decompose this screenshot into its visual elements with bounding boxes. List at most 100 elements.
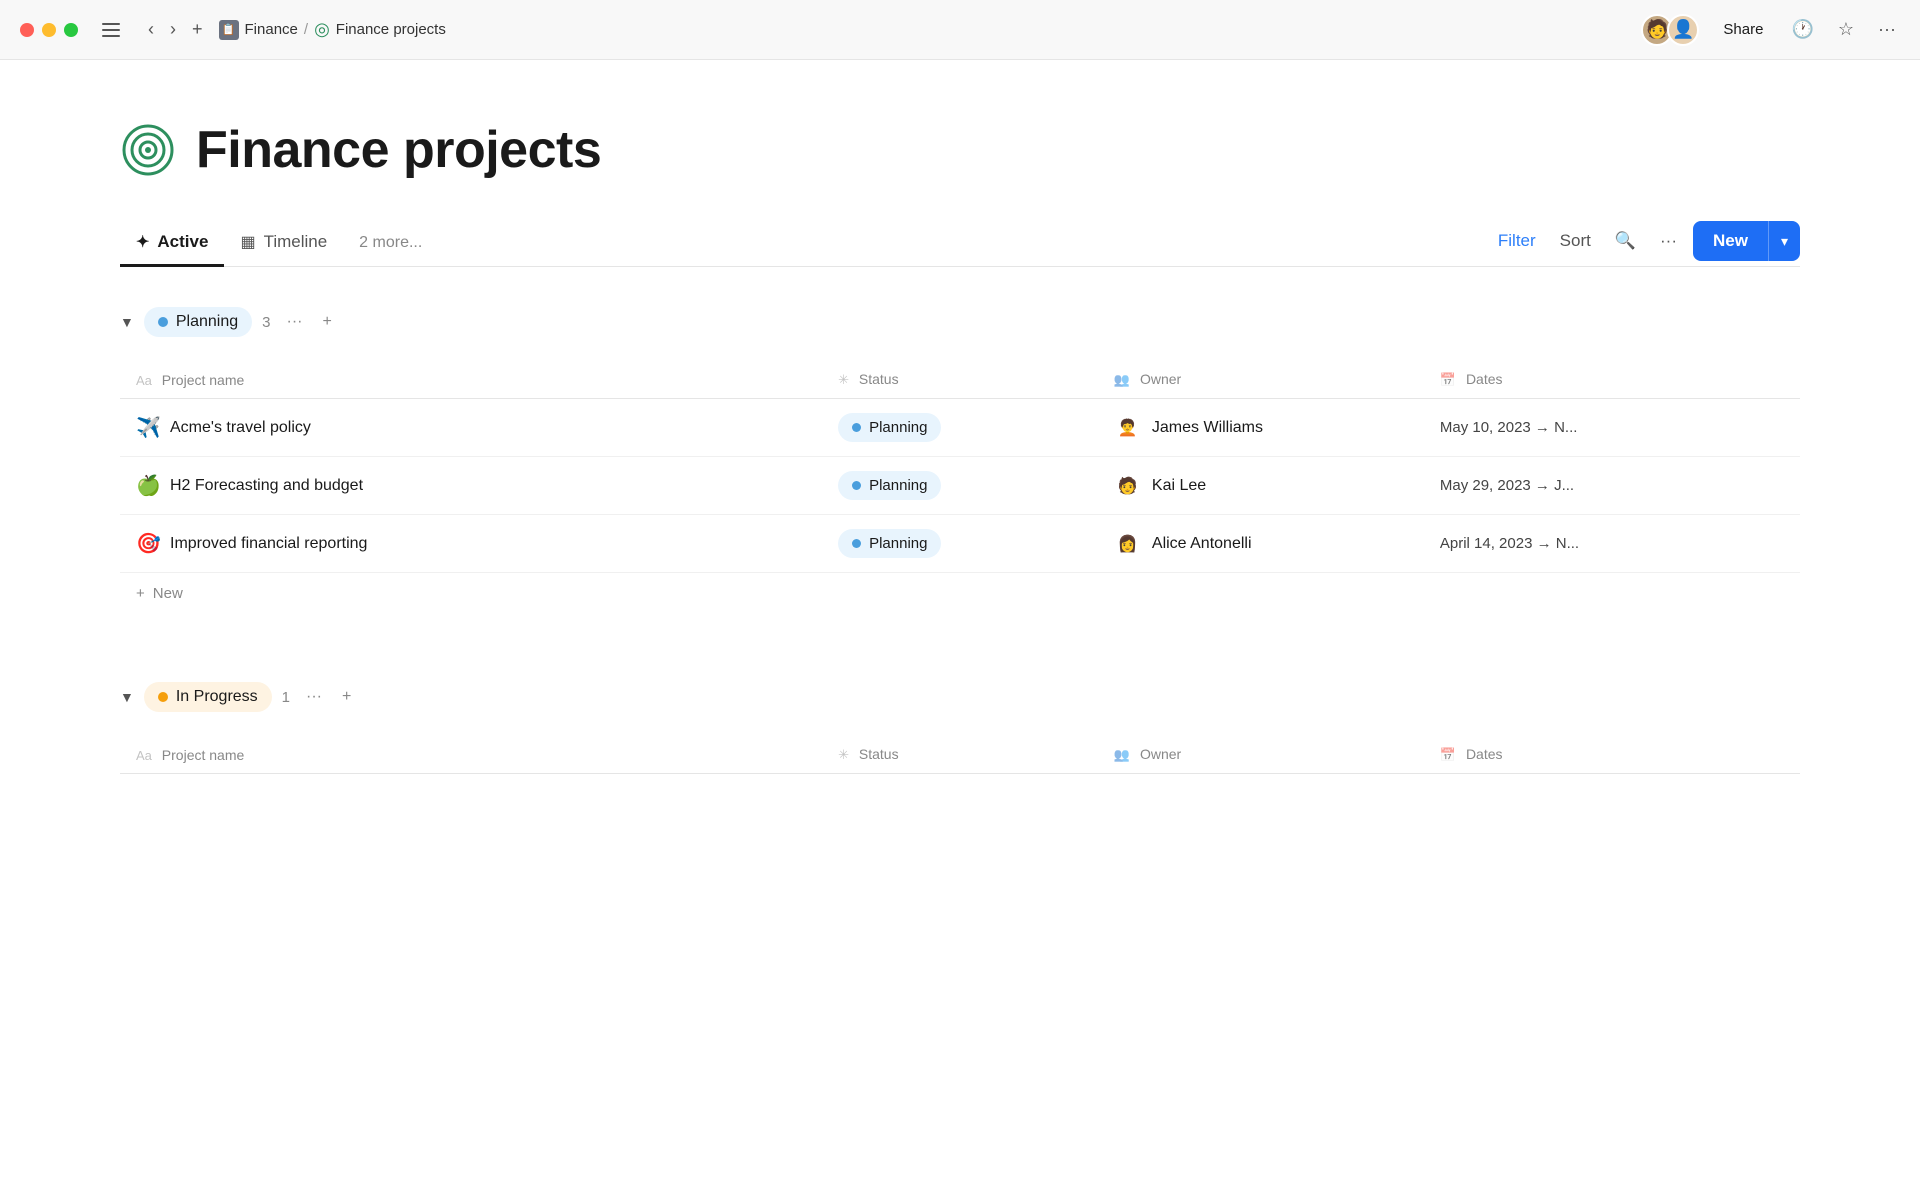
maximize-button[interactable] (64, 23, 78, 37)
breadcrumb-current-label[interactable]: Finance projects (336, 21, 446, 38)
filter-button[interactable]: Filter (1490, 225, 1544, 257)
group-planning-count: 3 (262, 314, 270, 331)
toolbar-more-button[interactable]: ··· (1652, 225, 1685, 257)
status-cell-0: Planning (822, 399, 1098, 457)
page-title: Finance projects (196, 120, 601, 180)
page-icon (120, 122, 176, 178)
planning-add-new[interactable]: + New (120, 573, 1800, 614)
breadcrumb: 📋 Finance / ◎ Finance projects (219, 19, 1630, 40)
avatar-2: 👤 (1667, 14, 1699, 46)
planning-table: Aa Project name ✳ Status 👥 Owner 📅 Dates (120, 361, 1800, 573)
titlebar: ‹ › + 📋 Finance / ◎ Finance projects 🧑 👤… (0, 0, 1920, 60)
search-button[interactable]: 🔍 (1607, 225, 1644, 257)
status-dot-2 (852, 539, 861, 548)
dates-cell-0: May 10, 2023 → N... (1424, 399, 1800, 457)
owner-name-0: James Williams (1152, 419, 1263, 437)
group-planning-add[interactable]: + (316, 309, 337, 335)
planning-row-1[interactable]: 🍏 H2 Forecasting and budget Planning 🧑 K… (120, 457, 1800, 515)
in-progress-table: Aa Project name ✳ Status 👥 Owner 📅 Dates (120, 736, 1800, 774)
status-badge-0: Planning (838, 413, 941, 442)
group-in-progress-header: ▼ In Progress 1 ··· + (120, 674, 1800, 720)
name-cell-0: ✈️ Acme's travel policy (120, 399, 822, 457)
more-options-button[interactable]: ··· (1874, 15, 1900, 44)
owner-avatar-1: 🧑 (1114, 472, 1142, 500)
name-cell-1: 🍏 H2 Forecasting and budget (120, 457, 822, 515)
project-name-2: Improved financial reporting (170, 535, 367, 553)
group-planning-label[interactable]: Planning (144, 307, 252, 337)
group-planning-name: Planning (176, 313, 238, 331)
group-in-progress-more[interactable]: ··· (300, 684, 328, 710)
tab-active[interactable]: ✦ Active (120, 220, 224, 267)
group-planning-actions: ··· + (280, 309, 337, 335)
sort-button[interactable]: Sort (1552, 225, 1599, 257)
col-header-dates: 📅 Dates (1424, 361, 1800, 399)
titlebar-actions: 🧑 👤 Share 🕐 ☆ ··· (1641, 14, 1900, 46)
breadcrumb-separator: / (304, 21, 308, 38)
group-in-progress: ▼ In Progress 1 ··· + Aa Project name (120, 674, 1800, 774)
dates-cell-1: May 29, 2023 → J... (1424, 457, 1800, 515)
planning-row-0[interactable]: ✈️ Acme's travel policy Planning 🧑‍🦱 Jam… (120, 399, 1800, 457)
group-planning-dot (158, 317, 168, 327)
group-in-progress-label[interactable]: In Progress (144, 682, 272, 712)
tab-bar: ✦ Active ▦ Timeline 2 more... Filter Sor… (120, 220, 1800, 267)
back-button[interactable]: ‹ (144, 15, 158, 44)
history-button[interactable]: 🕐 (1787, 15, 1817, 44)
group-planning-chevron[interactable]: ▼ (120, 314, 134, 330)
group-in-progress-chevron[interactable]: ▼ (120, 689, 134, 705)
in-progress-table-header: Aa Project name ✳ Status 👥 Owner 📅 Dates (120, 736, 1800, 774)
owner-avatar-2: 👩 (1114, 530, 1142, 558)
dates-cell-2: April 14, 2023 → N... (1424, 515, 1800, 573)
nav-controls: ‹ › + (144, 15, 207, 44)
breadcrumb-parent-label[interactable]: Finance (245, 21, 298, 38)
new-button[interactable]: New (1693, 221, 1768, 261)
active-tab-icon: ✦ (136, 232, 149, 252)
page-header: Finance projects (120, 120, 1800, 180)
project-emoji-2: 🎯 (136, 531, 160, 556)
planning-row-2[interactable]: 🎯 Improved financial reporting Planning … (120, 515, 1800, 573)
project-name-0: Acme's travel policy (170, 419, 311, 437)
new-button-group: New ▾ (1693, 221, 1800, 261)
col-header-owner: 👥 Owner (1098, 361, 1424, 399)
owner-cell-1: 🧑 Kai Lee (1098, 457, 1424, 515)
timeline-tab-icon: ▦ (240, 232, 255, 252)
share-button[interactable]: Share (1715, 17, 1771, 42)
col-header-status: ✳ Status (822, 361, 1098, 399)
forward-button[interactable]: › (166, 15, 180, 44)
avatar-group: 🧑 👤 (1641, 14, 1699, 46)
group-in-progress-name: In Progress (176, 688, 258, 706)
minimize-button[interactable] (42, 23, 56, 37)
group-in-progress-dot (158, 692, 168, 702)
group-planning: ▼ Planning 3 ··· + Aa Project name ✳ (120, 299, 1800, 614)
group-planning-more[interactable]: ··· (280, 309, 308, 335)
add-new-label: New (153, 585, 183, 602)
name-cell-2: 🎯 Improved financial reporting (120, 515, 822, 573)
owner-name-1: Kai Lee (1152, 477, 1206, 495)
close-button[interactable] (20, 23, 34, 37)
col-header-name: Aa Project name (120, 361, 822, 399)
planning-table-header: Aa Project name ✳ Status 👥 Owner 📅 Dates (120, 361, 1800, 399)
owner-avatar-0: 🧑‍🦱 (1114, 414, 1142, 442)
breadcrumb-target-icon: ◎ (314, 19, 330, 40)
status-cell-2: Planning (822, 515, 1098, 573)
new-button-chevron[interactable]: ▾ (1768, 221, 1800, 261)
status-dot-1 (852, 481, 861, 490)
group-in-progress-add[interactable]: + (336, 684, 357, 710)
timeline-tab-label: Timeline (264, 232, 328, 252)
status-cell-1: Planning (822, 457, 1098, 515)
tab-more[interactable]: 2 more... (343, 222, 438, 264)
col-header-owner-2: 👥 Owner (1098, 736, 1424, 774)
tab-timeline[interactable]: ▦ Timeline (224, 220, 343, 267)
project-emoji-1: 🍏 (136, 473, 160, 498)
breadcrumb-parent-icon: 📋 (219, 20, 239, 40)
tab-bar-actions: Filter Sort 🔍 ··· New ▾ (1490, 221, 1800, 265)
traffic-lights (20, 23, 78, 37)
project-emoji-0: ✈️ (136, 415, 160, 440)
owner-cell-0: 🧑‍🦱 James Williams (1098, 399, 1424, 457)
main-content: Finance projects ✦ Active ▦ Timeline 2 m… (0, 60, 1920, 854)
col-header-dates-2: 📅 Dates (1424, 736, 1800, 774)
star-button[interactable]: ☆ (1834, 15, 1858, 44)
group-planning-header: ▼ Planning 3 ··· + (120, 299, 1800, 345)
sidebar-toggle[interactable] (98, 19, 124, 41)
status-badge-1: Planning (838, 471, 941, 500)
add-button[interactable]: + (188, 15, 207, 44)
